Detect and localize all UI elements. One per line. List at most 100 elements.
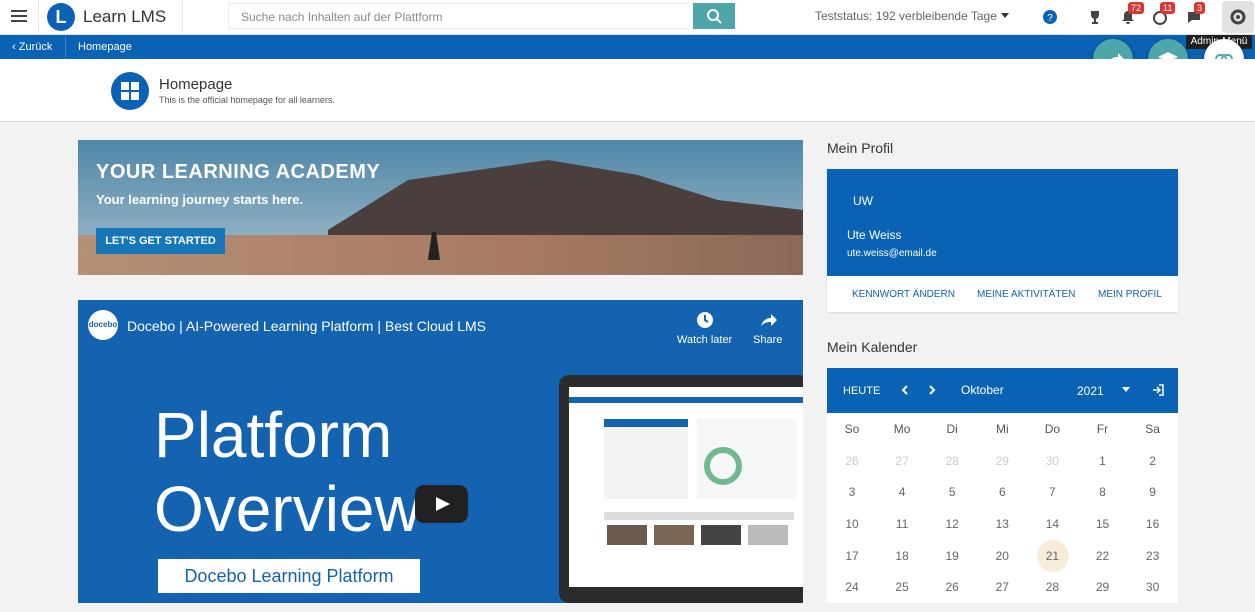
calendar-day[interactable]: 7 [1027, 485, 1077, 499]
coaching-icon[interactable]: 11 [1152, 2, 1176, 25]
weekday-label: Mi [995, 422, 1009, 436]
share-icon[interactable] [758, 310, 778, 330]
calendar-month: Oktober [961, 383, 1004, 397]
calendar-day[interactable]: 17 [827, 549, 877, 563]
calendar-day[interactable]: 19 [927, 549, 977, 563]
svg-text:?: ? [1047, 13, 1053, 24]
top-bar: L Learn LMS Suche nach Inhalten auf der … [0, 0, 1255, 35]
calendar-widget: HEUTE Oktober 2021 So Mo Di Mi Do Fr Sa 26 27 28 2… [827, 368, 1178, 603]
calendar-day[interactable]: 23 [1128, 549, 1178, 563]
back-button[interactable]: ‹ Zurück [0, 35, 66, 59]
calendar-day[interactable]: 22 [1078, 549, 1128, 563]
brand-logo[interactable]: L Learn LMS [38, 0, 183, 35]
calendar-week-row: 3456789 [827, 485, 1178, 517]
video-headline-line1: Platform [154, 399, 393, 471]
user-name: Ute Weiss [847, 228, 902, 242]
grid-icon [121, 82, 139, 100]
calendar-day[interactable]: 10 [827, 517, 877, 531]
messages-badge: 3 [1194, 2, 1206, 14]
calendar-day[interactable]: 4 [877, 485, 927, 499]
change-password-link[interactable]: KENNWORT ÄNDERN [852, 289, 955, 300]
calendar-day[interactable]: 26 [827, 454, 877, 468]
search-input[interactable]: Suche nach Inhalten auf der Plattform [228, 3, 694, 29]
admin-menu-button[interactable] [1222, 1, 1254, 33]
avatar[interactable]: UW [853, 194, 873, 208]
calendar-heading: Mein Kalender [827, 339, 918, 355]
weekday-label: Di [946, 422, 958, 436]
video-title[interactable]: Docebo | AI-Powered Learning Platform | … [127, 318, 486, 334]
trophy-icon[interactable] [1087, 9, 1103, 25]
calendar-day[interactable]: 13 [977, 517, 1027, 531]
calendar-day[interactable]: 30 [1027, 454, 1077, 468]
video-player[interactable]: docebo Docebo | AI-Powered Learning Plat… [78, 300, 803, 603]
weekday-label: So [844, 422, 860, 436]
trial-status-dropdown[interactable]: Teststatus: 192 verbleibende Tage [815, 9, 1009, 23]
calendar-week-row: 17 18 19 20 21 22 23 [827, 549, 1178, 581]
calendar-day[interactable]: 9 [1128, 485, 1178, 499]
user-email: ute.weiss@email.de [847, 248, 937, 259]
my-profile-link[interactable]: MEIN PROFIL [1098, 289, 1162, 300]
calendar-day[interactable]: 1 [1078, 454, 1128, 468]
today-button[interactable]: HEUTE [843, 385, 880, 397]
calendar-day[interactable]: 30 [1128, 580, 1178, 594]
weekday-label: Sa [1145, 422, 1160, 436]
calendar-day[interactable]: 18 [877, 549, 927, 563]
calendar-day[interactable]: 29 [1078, 580, 1128, 594]
video-headline-line2: Overview [154, 473, 421, 545]
calendar-day[interactable]: 20 [977, 549, 1027, 563]
calendar-day[interactable]: 24 [827, 580, 877, 594]
calendar-day[interactable]: 21 [1027, 549, 1077, 563]
calendar-day[interactable]: 28 [927, 454, 977, 468]
banner-subtitle: Your learning journey starts here. [96, 192, 304, 207]
weekday-row: So Mo Di Mi Do Fr Sa [827, 422, 1178, 454]
chevron-down-icon[interactable] [1121, 385, 1131, 395]
messages-icon[interactable]: 3 [1186, 2, 1206, 25]
brand-name: Learn LMS [83, 7, 167, 26]
calendar-day[interactable]: 27 [877, 454, 927, 468]
calendar-day[interactable]: 14 [1027, 517, 1077, 531]
channel-logo[interactable]: docebo [88, 310, 118, 340]
page-header: Homepage This is the official homepage f… [0, 59, 1255, 122]
search-button[interactable] [693, 3, 735, 29]
calendar-day[interactable]: 26 [927, 580, 977, 594]
video-platform-label: Docebo Learning Platform [158, 559, 420, 593]
calendar-day[interactable]: 12 [927, 517, 977, 531]
trial-status-text: Teststatus: 192 verbleibende Tage [815, 9, 997, 23]
breadcrumb[interactable]: Homepage [78, 41, 132, 53]
play-button[interactable] [415, 485, 468, 523]
calendar-day[interactable]: 2 [1128, 454, 1178, 468]
calendar-day[interactable]: 6 [977, 485, 1027, 499]
calendar-day[interactable]: 5 [927, 485, 977, 499]
notifications-icon[interactable]: 72 [1120, 2, 1145, 25]
help-icon[interactable]: ? [1042, 9, 1058, 25]
calendar-day[interactable]: 25 [877, 580, 927, 594]
calendar-week-row: 26 27 28 29 30 1 2 [827, 454, 1178, 486]
calendar-day[interactable]: 27 [977, 580, 1027, 594]
chevron-right-icon[interactable] [926, 384, 938, 396]
banner-title: YOUR LEARNING ACADEMY [96, 161, 381, 183]
get-started-button[interactable]: LET'S GET STARTED [96, 228, 225, 254]
breadcrumb-bar: ‹ Zurück Homepage [0, 35, 1255, 59]
calendar-day[interactable]: 16 [1128, 517, 1178, 531]
calendar-day[interactable]: 29 [977, 454, 1027, 468]
my-activities-link[interactable]: MEINE AKTIVITÄTEN [977, 289, 1075, 300]
gear-icon [1230, 9, 1246, 25]
calendar-day[interactable]: 3 [827, 485, 877, 499]
chevron-down-icon [1000, 13, 1009, 18]
calendar-year[interactable]: 2021 [1077, 384, 1104, 398]
page-title: Homepage [159, 76, 233, 93]
hero-banner: YOUR LEARNING ACADEMY Your learning jour… [78, 140, 803, 275]
calendar-day[interactable]: 8 [1078, 485, 1128, 499]
chevron-left-icon[interactable] [899, 384, 911, 396]
calendar-day[interactable]: 28 [1027, 580, 1077, 594]
share-label[interactable]: Share [753, 334, 782, 346]
watch-later-label[interactable]: Watch later [677, 334, 732, 346]
notifications-badge: 72 [1128, 2, 1145, 14]
weekday-label: Do [1044, 422, 1061, 436]
export-icon[interactable] [1151, 383, 1165, 397]
calendar-day[interactable]: 15 [1078, 517, 1128, 531]
calendar-day[interactable]: 11 [877, 517, 927, 531]
menu-icon[interactable] [11, 10, 27, 24]
clock-icon[interactable] [695, 310, 715, 330]
profile-banner: UW Ute Weiss ute.weiss@email.de [827, 169, 1178, 276]
